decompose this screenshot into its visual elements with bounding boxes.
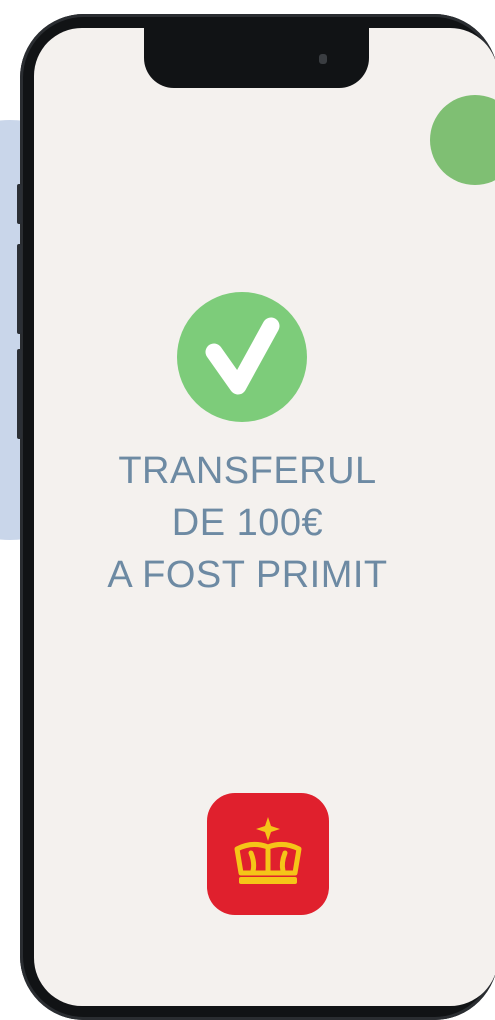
crown-logo — [234, 817, 302, 884]
promo-stage: TRANSFERUL DE 100€ A FOST PRIMIT — [0, 0, 495, 1020]
message-line-1: TRANSFERUL — [118, 450, 377, 492]
check-icon-glyph — [205, 317, 280, 395]
side-button — [17, 184, 22, 224]
notch — [144, 28, 369, 88]
side-button — [17, 349, 22, 439]
check-icon — [177, 292, 307, 422]
bank-app-icon[interactable] — [207, 793, 329, 915]
message-line-3: A FOST PRIMIT — [107, 554, 388, 596]
transfer-confirmation-message: TRANSFERUL DE 100€ A FOST PRIMIT — [0, 445, 495, 601]
message-line-2: DE 100€ — [171, 502, 324, 544]
camera-icon — [319, 54, 327, 64]
side-button — [17, 244, 22, 334]
